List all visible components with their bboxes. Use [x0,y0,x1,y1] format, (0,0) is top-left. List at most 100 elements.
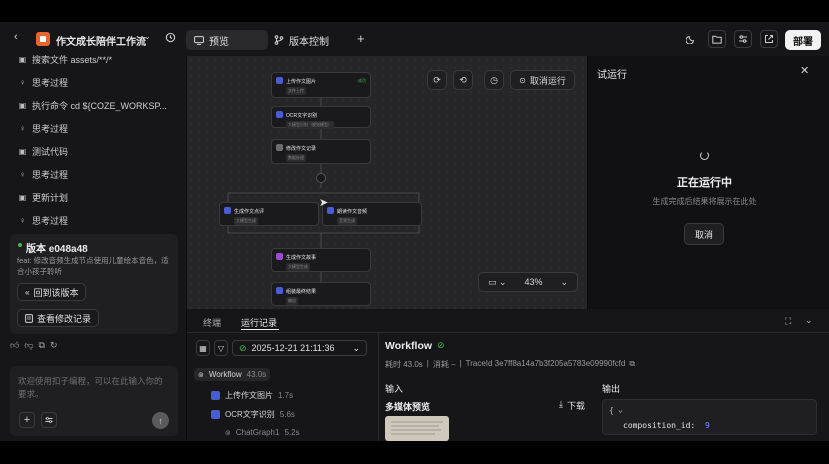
deploy-button[interactable]: 部署 [785,30,821,50]
workflow-node-audio[interactable]: 朗读作文音频 音频生成 [322,202,422,226]
chevron-down-icon[interactable]: ⌄ [144,32,151,41]
logs-split-divider [378,332,379,441]
collapse-chevron-icon[interactable]: ⌄ [805,315,813,326]
fullscreen-icon[interactable]: ⛶ [785,316,791,327]
node-subtitle: 数据处理 [286,154,306,162]
app-title[interactable]: 作文成长陪伴工作流 [56,33,146,48]
folder-icon[interactable] [708,30,726,48]
thumbs-up-icon[interactable]: 👍︎ [10,340,19,351]
view-changes-button[interactable]: 查看修改记录 [17,309,100,327]
tab-version-control-label: 版本控制 [289,36,329,48]
history-icon[interactable] [165,32,176,43]
history-item[interactable]: ♀ 思考过程 [18,214,69,227]
canvas-zoom-toolbar: ▭ ⌄ 43% ⌄ [478,272,578,292]
detail-success-icon: ⊘ [437,340,445,350]
tree-item-duration: 1.7s [278,391,294,400]
send-arrow-button[interactable]: ↑ [152,412,169,429]
minimap-toggle-icon[interactable]: ▭ ⌄ [488,277,507,288]
terminal-icon: ▣ [18,101,27,110]
filter-icon[interactable]: ▽ [214,340,228,356]
workflow-canvas[interactable]: 上传作文图片 文件上传 成功 OCR文字识别 大模型识别（视觉模型） 修改作文记… [187,56,587,309]
history-item[interactable]: ♀ 思考过程 [18,76,69,89]
node-title: OCR文字识别 [286,113,318,119]
history-item-label: 思考过程 [32,124,69,134]
workflow-node-ocr[interactable]: OCR文字识别 大模型识别（视觉模型） [271,106,371,129]
tab-preview-label: 预览 [209,36,229,48]
bulb-icon: ♀ [19,124,26,133]
history-item-label: 搜索文件 assets/**/* [32,55,113,65]
message-actions: 👍︎ 👎︎ ⧉ ↻ [10,340,58,351]
refresh-icon[interactable]: ↻ [50,340,58,351]
calendar-icon[interactable]: ▦ [196,340,210,356]
detail-title: Workflow [385,340,433,352]
run-time-label: 2025-12-21 21:11:36 [251,343,335,353]
tree-item-upload[interactable]: 上传作文图片 1.7s [211,390,293,401]
attach-plus-button[interactable]: + [19,412,35,428]
history-item[interactable]: ▣ 更新计划 [18,191,68,204]
download-button[interactable]: ⤓ 下载 [559,399,585,412]
run-history-icon[interactable]: ◷ [484,70,504,90]
zoom-level[interactable]: 43% [524,277,542,287]
auto-layout-icon[interactable]: ⟲ [453,70,473,90]
sync-icon[interactable]: ⟳ [427,70,447,90]
tree-item-ocr[interactable]: OCR文字识别 5.6s [211,409,295,420]
monitor-icon [194,35,204,45]
tree-item-duration: 5.6s [279,410,295,419]
elapsed-time: 耗时 43.0s [385,360,423,369]
logs-divider [187,332,829,333]
stop-circle-icon: ⊙ [519,75,526,85]
output-json-viewer: { ⌄ composition_id: 9 [602,399,817,435]
zoom-dropdown-icon[interactable]: ⌄ [560,277,568,288]
workflow-node-record[interactable]: 修改作文记录 数据处理 [271,139,371,164]
node-type-icon [276,77,283,84]
history-item[interactable]: ▣ 测试代码 [18,145,68,158]
workflow-node-review[interactable]: 生成作文点评 大模型生成 [219,202,319,226]
revert-version-button[interactable]: « 回到该版本 [17,283,87,301]
history-item[interactable]: ▣ 执行命令 cd ${COZE_WORKSP... [18,99,167,112]
close-icon[interactable]: ✕ [800,64,809,77]
node-type-icon [224,207,231,214]
options-sliders-icon[interactable] [41,412,57,428]
uploaded-image-thumbnail[interactable] [385,416,449,441]
tab-terminal[interactable]: 终端 [203,316,221,329]
detail-meta: 耗时 43.0s | 消耗 – | TraceId 3e7ff8a14a7b3f… [385,359,636,370]
workflow-node-story[interactable]: 生成作文故事 大模型生成 [271,248,371,272]
node-subtitle: 输出 [286,297,298,305]
history-item[interactable]: ♀ 思考过程 [18,168,69,181]
tree-item-chatgraph[interactable]: ⊚ ChatGraph1 5.2s [225,428,300,437]
workflow-node-upload[interactable]: 上传作文图片 文件上传 成功 [271,72,371,98]
doc-icon: ▣ [18,55,27,64]
history-item[interactable]: ▣ 搜索文件 assets/**/* [18,53,112,66]
tab-run-records[interactable]: 运行记录 [241,316,277,329]
cancel-button[interactable]: 取消 [684,223,724,245]
node-subtitle: 文件上传 [286,87,306,95]
chevron-down-icon: ⌄ [352,342,360,353]
chat-input[interactable]: 欢迎使用扣子编程，可以在此输入你的要求。 [18,375,168,401]
copy-icon[interactable]: ⧉ [39,340,45,351]
cancel-run-button[interactable]: ⊙ 取消运行 [510,70,575,90]
node-type-icon [276,144,283,151]
json-value: 9 [705,421,710,430]
tab-version-control[interactable]: 版本控制 [266,30,337,50]
trial-run-panel: 试运行 ✕ 正在运行中 生成完成后结果将展示在此处 取消 [588,56,829,309]
graph-icon: ⊚ [225,429,231,437]
run-selector[interactable]: ⊘ 2025-12-21 21:11:36 ⌄ [232,340,367,356]
workflow-node-output[interactable]: 组装最终结果 输出 [271,282,371,306]
node-title: 朗读作文音频 [337,209,368,215]
node-title: 修改作文记录 [286,146,317,152]
json-collapse-icon[interactable]: ⌄ [618,405,623,414]
tree-item-workflow[interactable]: ⊚ Workflow 43.0s [194,368,271,381]
tab-preview[interactable]: 预览 [186,30,268,50]
thumbs-down-icon[interactable]: 👎︎ [24,340,33,351]
history-item[interactable]: ♀ 思考过程 [18,122,69,135]
open-external-icon[interactable] [760,30,778,48]
theme-moon-icon[interactable] [682,30,700,48]
copy-icon[interactable]: ⧉ [629,359,635,370]
node-subtitle: 大模型生成 [234,217,258,225]
add-tab-plus-icon[interactable]: + [357,31,365,46]
back-chevron-icon[interactable]: ‹ [14,31,18,43]
tree-item-duration: 5.2s [284,428,300,437]
settings-sliders-icon[interactable] [734,30,752,48]
node-subtitle: 大模型生成 [286,263,310,271]
node-type-icon [276,253,283,260]
